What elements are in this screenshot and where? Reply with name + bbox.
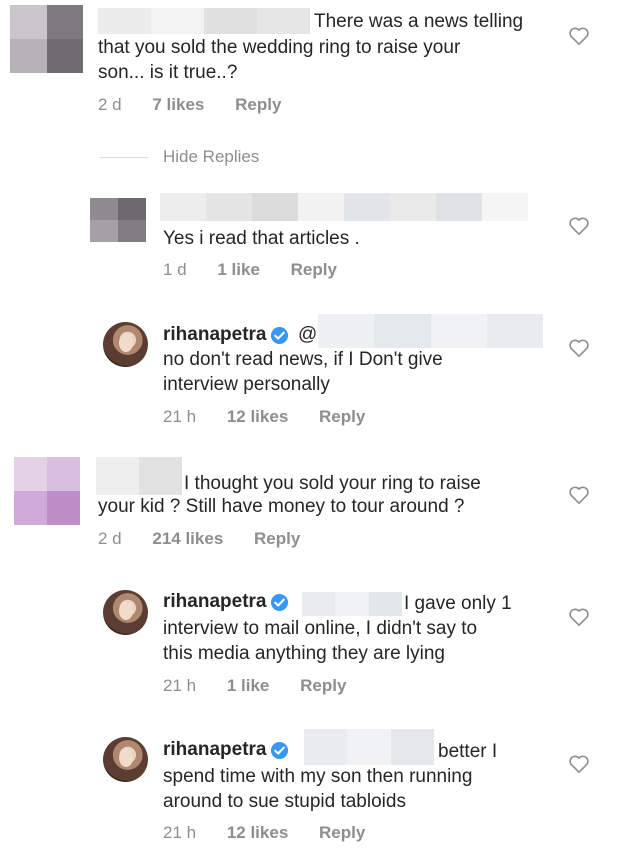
reply-button[interactable]: Reply bbox=[319, 407, 365, 426]
comment-text-4a: I thought you sold your ring to raise bbox=[184, 473, 481, 494]
avatar-blurred[interactable] bbox=[14, 457, 80, 525]
comment-text-5c: this media anything they are lying bbox=[163, 643, 445, 664]
reply-button[interactable]: Reply bbox=[254, 529, 300, 548]
heart-icon[interactable] bbox=[568, 485, 590, 505]
mention-redacted bbox=[302, 592, 402, 616]
likes-count[interactable]: 12 likes bbox=[227, 823, 288, 842]
heart-icon[interactable] bbox=[568, 26, 590, 46]
comment-text-3a: no don't read news, if I Don't give bbox=[163, 349, 443, 370]
comment-meta-4: 2 d 214 likes Reply bbox=[98, 529, 300, 549]
mention-redacted bbox=[318, 314, 543, 348]
reply-button[interactable]: Reply bbox=[300, 676, 346, 695]
comment-text: Yes i read that articles . bbox=[163, 228, 360, 249]
heart-icon[interactable] bbox=[568, 754, 590, 774]
likes-count[interactable]: 12 likes bbox=[227, 407, 288, 426]
timestamp: 2 d bbox=[98, 95, 122, 114]
comment-text-1a: There was a news telling bbox=[314, 11, 524, 32]
mention-redacted bbox=[304, 729, 434, 765]
avatar[interactable] bbox=[103, 590, 148, 635]
avatar[interactable] bbox=[103, 322, 148, 367]
heart-icon[interactable] bbox=[568, 216, 590, 236]
username-redacted bbox=[160, 193, 528, 221]
likes-count[interactable]: 1 like bbox=[227, 676, 270, 695]
verified-badge-icon bbox=[271, 327, 289, 345]
reply-button[interactable]: Reply bbox=[235, 95, 281, 114]
avatar[interactable] bbox=[103, 737, 148, 782]
username[interactable]: rihanapetra bbox=[163, 591, 266, 612]
comment-header: rihanapetra @ bbox=[163, 322, 317, 347]
heart-icon[interactable] bbox=[568, 338, 590, 358]
username-redacted bbox=[96, 457, 182, 495]
comment-text-5a: I gave only 1 bbox=[404, 593, 512, 614]
hide-replies-line bbox=[100, 157, 148, 158]
likes-count[interactable]: 1 like bbox=[217, 260, 260, 279]
comment-meta-6: 21 h 12 likes Reply bbox=[163, 823, 365, 843]
comment-text-1c: son... is it true..? bbox=[98, 62, 238, 83]
username[interactable]: rihanapetra bbox=[163, 739, 266, 760]
timestamp: 21 h bbox=[163, 676, 197, 695]
comment-meta-5: 21 h 1 like Reply bbox=[163, 676, 346, 696]
username-redacted bbox=[98, 8, 310, 34]
comment-text-6a: better I bbox=[438, 741, 498, 762]
timestamp: 2 d bbox=[98, 529, 122, 548]
timestamp: 21 h bbox=[163, 823, 197, 842]
comment-text-1b: that you sold the wedding ring to raise … bbox=[98, 37, 461, 58]
avatar-blurred[interactable] bbox=[10, 5, 83, 73]
avatar-blurred[interactable] bbox=[90, 198, 146, 242]
verified-badge-icon bbox=[271, 594, 289, 612]
likes-count[interactable]: 214 likes bbox=[152, 529, 223, 548]
comment-text-6c: around to sue stupid tabloids bbox=[163, 791, 406, 812]
timestamp: 1 d bbox=[163, 260, 187, 279]
mention-prefix[interactable]: @ bbox=[298, 324, 317, 345]
comment-text-3b: interview personally bbox=[163, 374, 330, 395]
comment-meta-2: 1 d 1 like Reply bbox=[163, 260, 337, 280]
comment-meta-1: 2 d 7 likes Reply bbox=[98, 95, 281, 115]
comment-header: rihanapetra bbox=[163, 591, 289, 613]
username[interactable]: rihanapetra bbox=[163, 324, 266, 345]
heart-icon[interactable] bbox=[568, 607, 590, 627]
comment-header: rihanapetra bbox=[163, 739, 289, 761]
verified-badge-icon bbox=[271, 742, 289, 760]
timestamp: 21 h bbox=[163, 407, 197, 426]
comment-text-4b: your kid ? Still have money to tour arou… bbox=[98, 496, 465, 517]
reply-button[interactable]: Reply bbox=[291, 260, 337, 279]
hide-replies-button[interactable]: Hide Replies bbox=[163, 147, 259, 167]
likes-count[interactable]: 7 likes bbox=[152, 95, 204, 114]
comment-meta-3: 21 h 12 likes Reply bbox=[163, 407, 365, 427]
reply-button[interactable]: Reply bbox=[319, 823, 365, 842]
comment-text-6b: spend time with my son then running bbox=[163, 766, 473, 787]
comment-text-5b: interview to mail online, I didn't say t… bbox=[163, 618, 478, 639]
